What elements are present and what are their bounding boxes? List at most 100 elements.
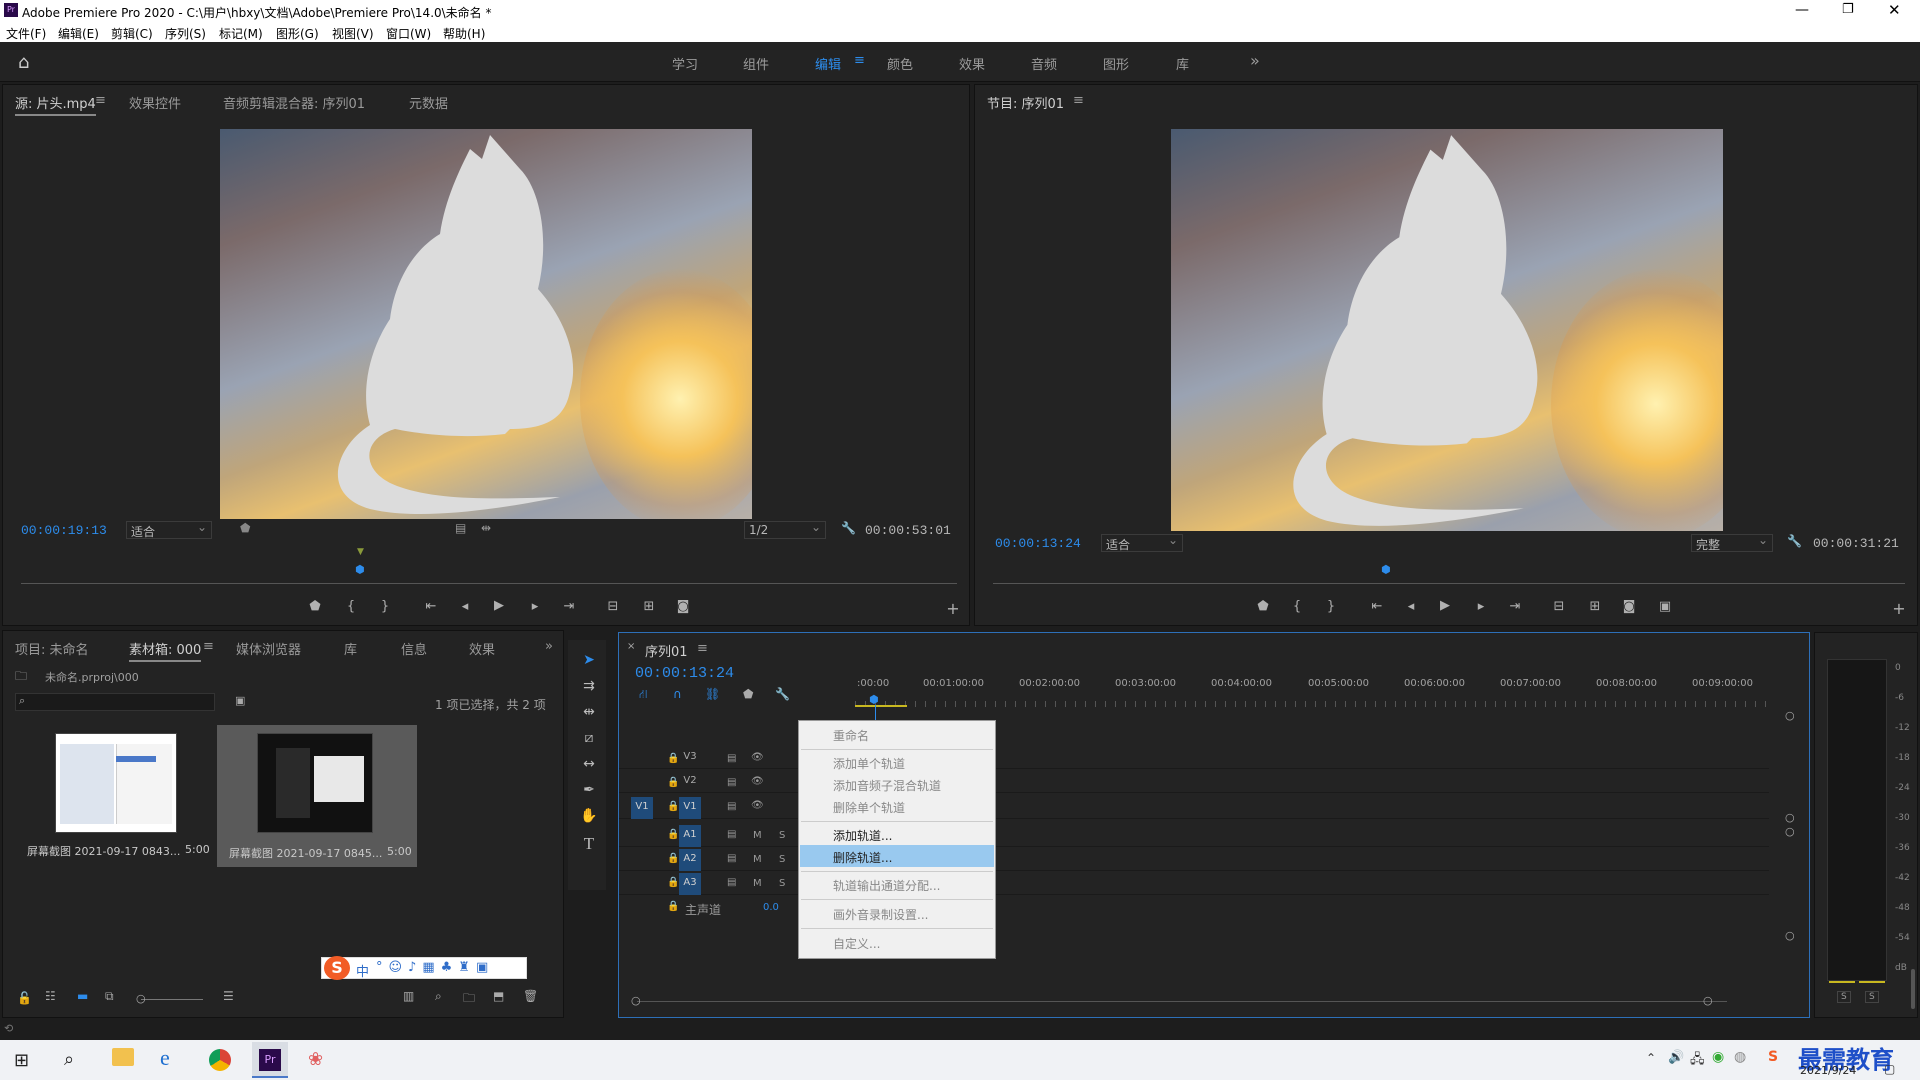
sync-lock-icon[interactable]: ▤ (727, 753, 736, 764)
sync-lock-icon[interactable]: ▤ (727, 777, 736, 788)
ime-lang[interactable]: 中 (356, 961, 369, 980)
play-button[interactable]: ▶ (1435, 598, 1455, 613)
wrench-icon[interactable]: 🔧 (1787, 534, 1802, 548)
source-patch-v1[interactable]: V1 (631, 797, 653, 819)
eye-icon[interactable]: 👁 (751, 800, 764, 811)
go-to-out-button[interactable]: ⇥ (559, 599, 579, 614)
step-back-button[interactable]: ◂ (455, 599, 475, 614)
notification-icon[interactable]: ▢ (1884, 1062, 1895, 1076)
vertical-scroll-handle[interactable]: ○ (1785, 811, 1795, 824)
tab-effect-controls[interactable]: 效果控件 (129, 93, 181, 112)
track-a3[interactable]: 🔒 A3 ▤ M S (619, 873, 1769, 895)
slip-tool-icon[interactable]: ↔ (578, 756, 600, 778)
minimize-button[interactable]: — (1795, 2, 1809, 18)
zoom-slider-handle[interactable]: ○ (136, 992, 146, 1005)
track-target-a3[interactable]: A3 (679, 873, 701, 895)
step-forward-button[interactable]: ▸ (1471, 599, 1491, 614)
panel-more[interactable]: » (545, 639, 553, 654)
source-video-frame[interactable] (220, 129, 752, 519)
tray-app-icon[interactable]: ◉ (1712, 1049, 1724, 1065)
network-icon[interactable]: 🖧 (1690, 1050, 1705, 1072)
menu-clip[interactable]: 剪辑(C) (111, 25, 153, 42)
mark-out-button[interactable]: } (375, 599, 395, 614)
nest-icon[interactable]: ⛙ (639, 687, 647, 703)
lift-button[interactable]: ⊟ (1549, 599, 1569, 614)
automate-icon[interactable]: ▥ (403, 989, 414, 1003)
play-button[interactable]: ▶ (489, 598, 509, 613)
file-explorer-icon[interactable] (112, 1048, 134, 1066)
marker-button[interactable]: ⬟ (305, 599, 325, 614)
menu-file[interactable]: 文件(F) (6, 25, 46, 42)
hand-tool-icon[interactable]: ✋ (578, 808, 600, 830)
new-bin-from-search-icon[interactable]: ▣ (235, 694, 245, 707)
program-playhead[interactable]: ⬢ (1381, 563, 1391, 576)
time-ruler-ticks[interactable] (855, 701, 1775, 707)
trash-icon[interactable]: 🗑 (523, 989, 538, 1003)
tab-menu-icon[interactable]: ≡ (1073, 93, 1084, 108)
step-back-button[interactable]: ◂ (1401, 599, 1421, 614)
selection-tool-icon[interactable]: ➤ (578, 652, 600, 674)
workspace-assembly[interactable]: 组件 (743, 54, 769, 73)
timeline-timecode[interactable]: 00:00:13:24 (635, 665, 734, 682)
track-a1[interactable]: 🔒 A1 ▤ M S (619, 825, 1769, 847)
workspace-learn[interactable]: 学习 (672, 54, 698, 73)
volume-icon[interactable]: 🔊 (1668, 1050, 1684, 1065)
close-tab-icon[interactable]: × (627, 641, 635, 652)
type-tool-icon[interactable]: T (578, 834, 600, 856)
freeform-view-icon[interactable]: ⧉ (105, 989, 114, 1004)
horizontal-scroll-handle[interactable]: ○ (631, 994, 641, 1007)
solo-left-button[interactable]: S (1837, 991, 1851, 1003)
track-v3[interactable]: 🔒 V3 ▤ 👁 (619, 749, 1769, 769)
windows-start-icon[interactable]: ⊞ (14, 1050, 29, 1071)
tab-menu-icon[interactable]: ≡ (203, 639, 214, 654)
snap-icon[interactable]: ∩ (673, 687, 682, 701)
sync-lock-icon[interactable]: ▤ (727, 801, 736, 812)
tab-menu-icon[interactable]: ≡ (697, 641, 708, 656)
menu-item-track-output[interactable]: 轨道输出通道分配... (800, 873, 994, 895)
paint-app-icon[interactable]: ❀ (308, 1049, 323, 1070)
workspace-color[interactable]: 颜色 (887, 54, 913, 73)
tab-menu-icon[interactable]: ≡ (95, 93, 106, 108)
new-item-icon[interactable]: ⬒ (493, 989, 504, 1003)
comparison-view-button[interactable]: ▣ (1655, 599, 1675, 614)
menu-item-voiceover-settings[interactable]: 画外音录制设置... (800, 902, 994, 924)
marker-button[interactable]: ⬟ (1253, 599, 1273, 614)
media-item[interactable]: 屏幕截图 2021-09-17 0843... 5:00 (15, 725, 215, 865)
menu-item-delete-tracks[interactable]: 删除轨道... (800, 845, 994, 867)
add-button[interactable]: + (943, 599, 963, 618)
meter-scrollbar[interactable] (1911, 969, 1915, 1009)
go-to-in-button[interactable]: ⇤ (421, 599, 441, 614)
mute-button[interactable]: M (753, 830, 762, 841)
tab-project[interactable]: 项目: 未命名 (15, 639, 89, 658)
clock-date[interactable]: 2021/9/24 (1800, 1064, 1856, 1077)
workspace-graphics[interactable]: 图形 (1103, 54, 1129, 73)
track-target-a2[interactable]: A2 (679, 849, 701, 871)
workspace-libraries[interactable]: 库 (1176, 54, 1189, 73)
insert-button[interactable]: ⊟ (603, 599, 623, 614)
razor-tool-icon[interactable]: ⧄ (578, 730, 600, 752)
tab-libraries[interactable]: 库 (344, 639, 357, 658)
extract-button[interactable]: ⊞ (1585, 599, 1605, 614)
chrome-icon[interactable] (209, 1049, 231, 1071)
timeline-settings-icon[interactable]: 🔧 (775, 687, 790, 701)
close-button[interactable]: ✕ (1888, 1, 1901, 19)
lock-icon[interactable]: 🔓 (17, 991, 32, 1005)
horizontal-scrollbar[interactable] (637, 1001, 1727, 1002)
list-view-icon[interactable]: ☷ (45, 989, 56, 1003)
tab-bin[interactable]: 素材箱: 000 (129, 639, 202, 662)
export-frame-button[interactable]: ◙ (673, 599, 693, 614)
solo-button[interactable]: S (779, 878, 785, 889)
mark-in-button[interactable]: { (341, 599, 361, 614)
menu-item-add-single-track[interactable]: 添加单个轨道 (800, 751, 994, 773)
sort-icon[interactable]: ☰ (223, 989, 234, 1003)
workspace-more[interactable]: » (1250, 51, 1260, 70)
tab-info[interactable]: 信息 (401, 639, 427, 658)
source-scrubber[interactable] (21, 583, 957, 584)
track-a2[interactable]: 🔒 A2 ▤ M S (619, 849, 1769, 871)
source-playhead[interactable]: ⬢ (355, 563, 365, 576)
lock-icon[interactable]: 🔒 (667, 901, 679, 912)
search-icon[interactable]: ⌕ (64, 1049, 74, 1070)
workspace-editing[interactable]: 编辑 (815, 54, 841, 73)
lock-icon[interactable]: 🔒 (667, 877, 679, 888)
track-target-a1[interactable]: A1 (679, 825, 701, 847)
